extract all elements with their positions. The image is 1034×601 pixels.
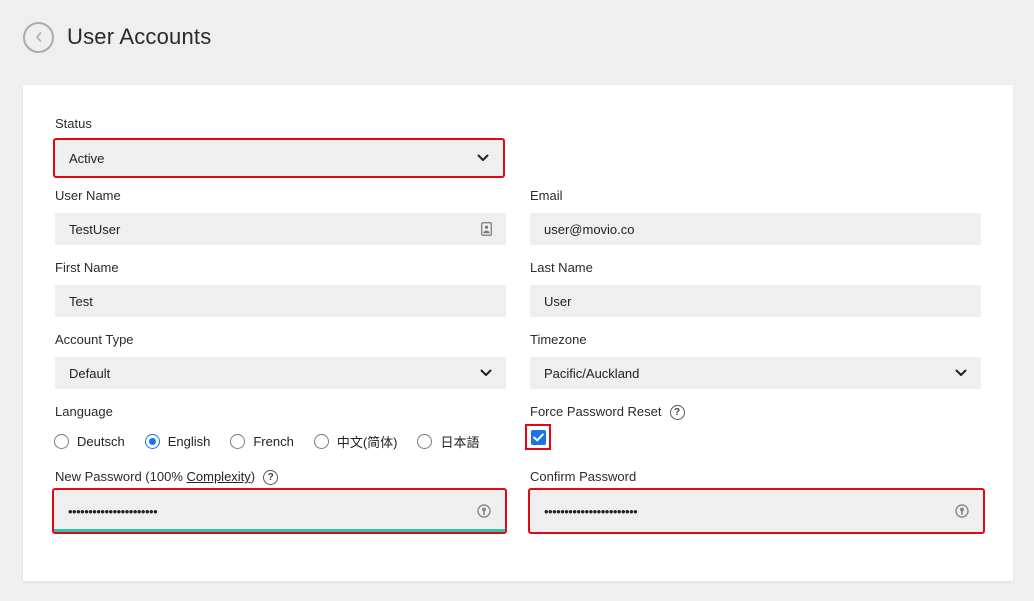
language-option-french[interactable]: French — [230, 434, 294, 449]
email-field[interactable]: user@movio.co — [530, 213, 981, 245]
question-circle-icon[interactable]: ? — [263, 470, 279, 486]
password-reveal-icon[interactable] — [477, 503, 491, 519]
confirm-password-label: Confirm Password — [530, 469, 637, 484]
back-button[interactable] — [23, 21, 54, 53]
force-reset-label: Force Password Reset? — [530, 404, 685, 421]
last-name-value: User — [544, 293, 572, 309]
status-value: Active — [69, 150, 105, 166]
chevron-left-icon — [35, 32, 41, 42]
language-option-label: 中文(简体) — [336, 435, 398, 450]
radio-circle[interactable] — [54, 434, 69, 449]
timezone-value: Pacific/Auckland — [544, 365, 640, 381]
user-account-form: Status Active User Name TestUser Email u… — [23, 85, 1013, 581]
language-option-deutsch[interactable]: Deutsch — [54, 434, 125, 449]
checkbox-checked[interactable] — [530, 429, 546, 445]
new-password-label-prefix: New Password (100% — [55, 469, 187, 484]
contact-card-icon — [481, 222, 492, 236]
password-reveal-icon[interactable] — [955, 503, 969, 519]
status-select[interactable]: Active — [53, 138, 505, 178]
email-label: Email — [530, 188, 563, 203]
confirm-password-field[interactable]: ••••••••••••••••••••••• — [528, 488, 985, 534]
checkmark-icon — [532, 432, 544, 441]
new-password-label: New Password (100% Complexity)? — [55, 469, 279, 486]
page-title: User Accounts — [67, 24, 212, 49]
force-reset-checkbox[interactable] — [525, 424, 551, 450]
last-name-label: Last Name — [530, 260, 593, 275]
confirm-password-value: ••••••••••••••••••••••• — [544, 503, 638, 519]
new-password-label-suffix: ) — [250, 469, 256, 484]
password-strength-bar — [54, 529, 505, 532]
status-label: Status — [55, 116, 92, 131]
chevron-down-icon — [480, 369, 492, 377]
radio-circle[interactable] — [313, 434, 329, 449]
language-option-chinese[interactable]: 中文(简体) — [313, 432, 398, 451]
new-password-field[interactable]: •••••••••••••••••••••• — [52, 488, 507, 534]
radio-circle[interactable] — [230, 434, 246, 449]
chevron-down-icon — [477, 154, 489, 162]
account-type-label: Account Type — [55, 332, 134, 347]
language-option-label: English — [167, 434, 211, 449]
last-name-field[interactable]: User — [530, 285, 981, 317]
timezone-label: Timezone — [530, 332, 587, 347]
new-password-value: •••••••••••••••••••••• — [68, 503, 158, 519]
language-option-japanese[interactable]: 日本語 — [417, 432, 480, 451]
language-label: Language — [55, 404, 113, 419]
timezone-select[interactable]: Pacific/Auckland — [530, 357, 981, 389]
language-option-english[interactable]: English — [144, 434, 211, 449]
radio-circle[interactable] — [417, 434, 433, 449]
language-option-label: Deutsch — [77, 434, 125, 449]
chevron-down-icon — [955, 369, 967, 377]
first-name-value: Test — [69, 293, 93, 309]
username-value: TestUser — [69, 221, 121, 237]
first-name-label: First Name — [55, 260, 119, 275]
force-reset-label-text: Force Password Reset — [530, 404, 662, 419]
language-radio-group: Deutsch English French 中文(简体) 日本語 — [54, 432, 500, 451]
radio-circle-selected[interactable] — [144, 434, 160, 449]
first-name-field[interactable]: Test — [55, 285, 506, 317]
account-type-value: Default — [69, 365, 111, 381]
page-header: User Accounts — [23, 20, 211, 54]
username-label: User Name — [55, 188, 121, 203]
question-circle-icon[interactable]: ? — [669, 405, 685, 421]
language-option-label: 日本語 — [440, 435, 480, 450]
account-type-select[interactable]: Default — [55, 357, 506, 389]
email-value: user@movio.co — [544, 221, 635, 237]
complexity-link[interactable]: Complexity — [187, 469, 251, 484]
language-option-label: French — [253, 434, 294, 449]
username-field[interactable]: TestUser — [55, 213, 506, 245]
